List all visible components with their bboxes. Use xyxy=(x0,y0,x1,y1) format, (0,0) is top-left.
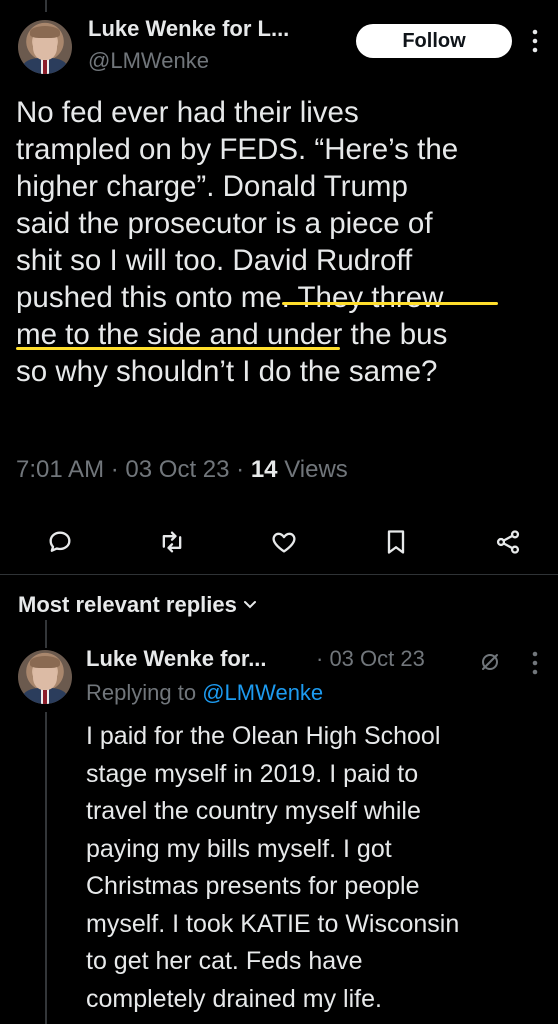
thread-line-top xyxy=(45,0,47,12)
tweet-line: so why shouldn’t I do the same? xyxy=(16,355,438,388)
replying-mention-link[interactable]: @LMWenke xyxy=(202,680,323,705)
chevron-down-icon xyxy=(243,597,257,615)
tweet-line: pushed this onto me. They threw xyxy=(16,281,444,314)
reply-line: completely drained my life. xyxy=(86,984,382,1013)
reply-date[interactable]: · 03 Oct 23 xyxy=(316,646,425,672)
tweet-text: No fed ever had their lives trampled on … xyxy=(16,94,546,390)
reply-line: to get her cat. Feds have xyxy=(86,947,363,975)
reply-line: myself. I took KATIE to Wisconsin xyxy=(86,909,460,938)
replies-sort-label: Most relevant replies xyxy=(18,592,237,617)
tweet-line: No fed ever had their lives xyxy=(16,96,359,129)
replying-prefix: Replying to xyxy=(86,680,197,705)
meta-separator: · xyxy=(110,456,119,483)
author-handle[interactable]: @LMWenke xyxy=(88,48,209,74)
tweet-line: said the prosecutor is a piece of xyxy=(16,207,433,240)
author-avatar[interactable] xyxy=(18,20,72,74)
replies-sort-dropdown[interactable]: Most relevant replies xyxy=(18,592,257,618)
tweet-meta: 7:01 AM · 03 Oct 23 · 14 Views xyxy=(16,456,348,484)
thread-line xyxy=(45,712,47,1024)
tweet-actions xyxy=(0,520,558,564)
reply-line: travel the country myself while xyxy=(86,797,421,825)
more-options-icon[interactable] xyxy=(526,26,544,60)
section-divider xyxy=(0,574,558,575)
tweet-line: higher charge”. Donald Trump xyxy=(16,170,408,203)
reply-more-options-icon[interactable] xyxy=(526,648,544,682)
reply-line: paying my bills myself. I got xyxy=(86,834,392,863)
views-count: 14 xyxy=(250,456,278,483)
reply-text: I paid for the Olean High School stage m… xyxy=(86,718,546,1018)
retweet-icon[interactable] xyxy=(158,528,186,556)
reply-line: Christmas presents for people xyxy=(86,872,420,900)
grok-icon[interactable] xyxy=(478,650,502,674)
reply-line: I paid for the Olean High School xyxy=(86,722,441,750)
tweet-line: shit so I will too. David Rudroff xyxy=(16,244,413,277)
reply-icon[interactable] xyxy=(46,528,74,556)
tweet-date[interactable]: 03 Oct 23 xyxy=(125,456,229,483)
reply-author-avatar[interactable] xyxy=(18,650,72,704)
highlight-underline xyxy=(282,302,498,305)
highlight-underline xyxy=(16,347,340,350)
views-label: Views xyxy=(284,456,348,483)
meta-separator: · xyxy=(236,456,245,483)
follow-button[interactable]: Follow xyxy=(356,24,512,58)
tweet-line: trampled on by FEDS. “Here’s the xyxy=(16,133,459,166)
reply-line: stage myself in 2019. I paid to xyxy=(86,759,419,788)
share-icon[interactable] xyxy=(494,528,522,556)
like-icon[interactable] xyxy=(270,528,298,556)
replying-to: Replying to @LMWenke xyxy=(86,680,323,706)
author-name[interactable]: Luke Wenke for L... xyxy=(88,16,289,42)
bookmark-icon[interactable] xyxy=(382,528,410,556)
tweet-time[interactable]: 7:01 AM xyxy=(16,456,104,483)
thread-line xyxy=(45,620,47,648)
reply-author-name[interactable]: Luke Wenke for... xyxy=(86,646,267,672)
